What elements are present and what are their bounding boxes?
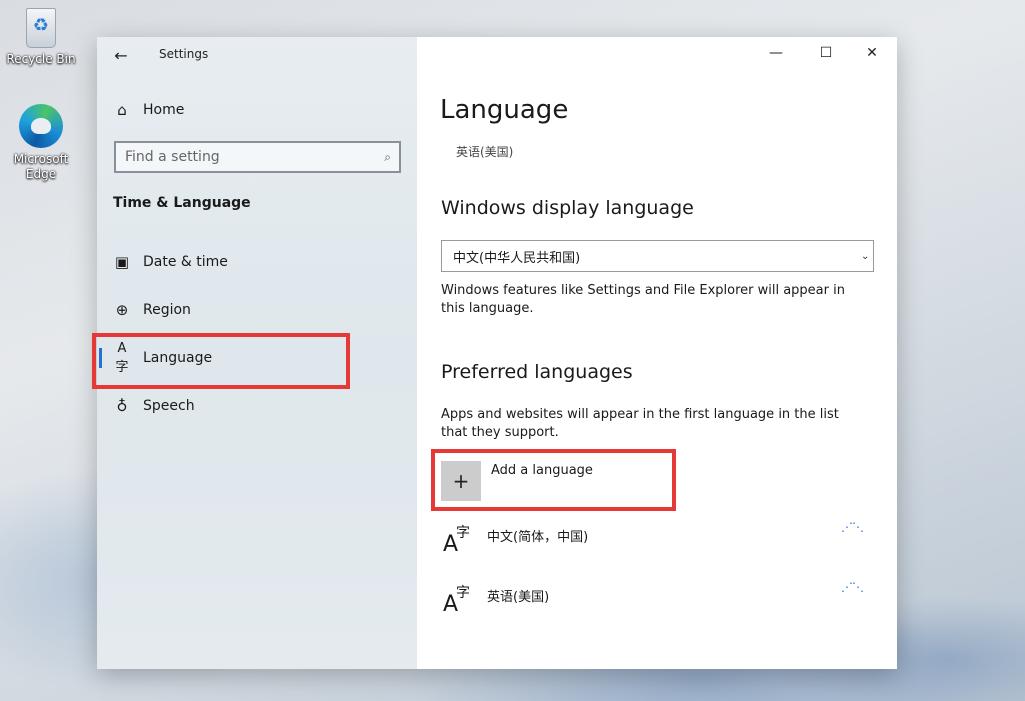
list-item-language[interactable]: A字 英语(美国) ⋰⋱ bbox=[441, 580, 871, 620]
settings-window: ← Settings ⌂ Home ⌕ Time & Language ▣ Da… bbox=[92, 37, 897, 669]
section-label: Time & Language bbox=[113, 195, 251, 211]
preferred-languages-description: Apps and websites will appear in the fir… bbox=[441, 407, 839, 440]
sidebar-item-label: Home bbox=[143, 102, 185, 118]
sidebar-item-label: Region bbox=[143, 302, 191, 318]
home-icon: ⌂ bbox=[117, 101, 127, 119]
loading-spinner-icon: ⋰⋱ bbox=[841, 520, 864, 534]
desktop-icon-edge[interactable]: Microsoft Edge bbox=[3, 104, 79, 182]
window-title: Settings bbox=[159, 47, 209, 61]
back-button[interactable]: ← bbox=[109, 43, 133, 67]
sidebar-item-date-time[interactable]: ▣ Date & time bbox=[97, 240, 417, 284]
display-language-description: Windows features like Settings and File … bbox=[441, 283, 845, 316]
highlight-box-add-language bbox=[431, 449, 676, 511]
page-title: Language bbox=[440, 95, 569, 125]
sidebar: ← Settings ⌂ Home ⌕ Time & Language ▣ Da… bbox=[92, 37, 417, 669]
maximize-icon: ☐ bbox=[819, 45, 833, 61]
highlight-box-language bbox=[92, 333, 350, 389]
sidebar-item-label: Date & time bbox=[143, 254, 228, 270]
display-language-heading: Windows display language bbox=[441, 197, 694, 219]
recycle-bin-icon bbox=[26, 8, 56, 48]
dropdown-value: 中文(中华人民共和国) bbox=[453, 250, 581, 266]
sidebar-item-speech[interactable]: ♁ Speech bbox=[97, 384, 417, 428]
sidebar-item-label: Speech bbox=[143, 398, 195, 414]
minimize-button[interactable]: — bbox=[753, 37, 799, 69]
edge-icon bbox=[19, 104, 63, 148]
language-name: 英语(美国) bbox=[487, 590, 550, 605]
list-item-language[interactable]: A字 中文(简体，中国) ⋰⋱ bbox=[441, 520, 871, 560]
page-subtitle: 英语(美国) bbox=[456, 145, 514, 159]
language-icon: A字 bbox=[443, 525, 470, 557]
loading-spinner-icon: ⋰⋱ bbox=[841, 580, 864, 594]
search-icon[interactable]: ⌕ bbox=[384, 150, 391, 165]
language-name: 中文(简体，中国) bbox=[487, 530, 589, 545]
desktop-icon-label: Microsoft Edge bbox=[13, 152, 69, 181]
maximize-button[interactable]: ☐ bbox=[803, 37, 849, 69]
microphone-icon: ♁ bbox=[116, 397, 128, 415]
desktop-icon-recycle-bin[interactable]: Recycle Bin bbox=[3, 8, 79, 67]
chevron-down-icon: ⌄ bbox=[861, 250, 870, 262]
preferred-languages-heading: Preferred languages bbox=[441, 361, 633, 383]
sidebar-item-region[interactable]: ⊕ Region bbox=[97, 288, 417, 332]
search-box: ⌕ bbox=[114, 141, 401, 173]
sidebar-item-home[interactable]: ⌂ Home bbox=[97, 88, 417, 132]
minimize-icon: — bbox=[769, 45, 783, 61]
main-content: — ☐ ✕ Language 英语(美国) Windows display la… bbox=[417, 37, 897, 669]
calendar-clock-icon: ▣ bbox=[114, 253, 130, 271]
globe-icon: ⊕ bbox=[115, 301, 129, 319]
display-language-dropdown[interactable]: 中文(中华人民共和国) ⌄ bbox=[441, 240, 874, 272]
close-button[interactable]: ✕ bbox=[849, 37, 895, 69]
desktop-icon-label: Recycle Bin bbox=[6, 52, 76, 66]
back-arrow-icon: ← bbox=[114, 45, 128, 65]
close-icon: ✕ bbox=[866, 45, 878, 61]
language-icon: A字 bbox=[443, 585, 470, 617]
search-input[interactable] bbox=[125, 149, 355, 165]
